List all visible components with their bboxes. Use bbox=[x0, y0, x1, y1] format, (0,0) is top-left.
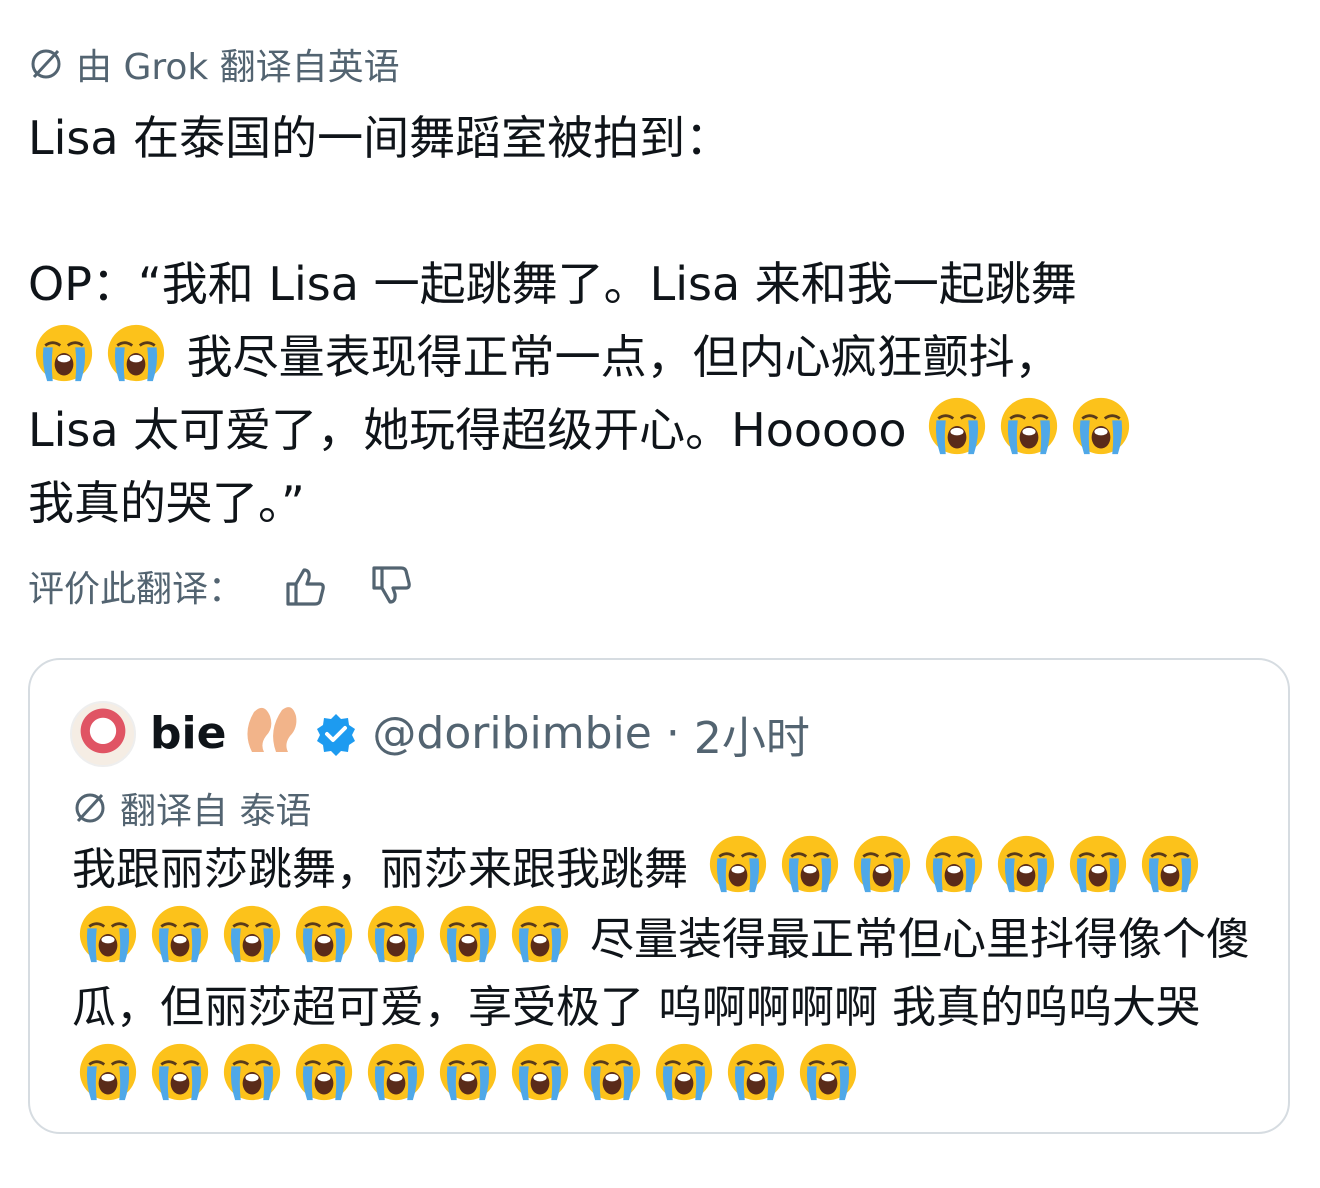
translation-notice-text: 由 Grok 翻译自英语 bbox=[76, 47, 400, 88]
crying-face-icon bbox=[780, 834, 840, 894]
timestamp[interactable]: 2小时 bbox=[694, 702, 810, 766]
crying-face-icon bbox=[150, 904, 210, 964]
tweet-blank-line bbox=[28, 175, 1288, 248]
crying-face-icon bbox=[78, 904, 138, 964]
crying-face-icon bbox=[438, 1042, 498, 1102]
rate-label: 评价此翻译： bbox=[28, 569, 245, 610]
quoted-tweet-header: bie @doribimbie · 2小时 bbox=[70, 700, 810, 767]
crying-face-icon bbox=[582, 1042, 642, 1102]
quote-translation-notice: 翻译自 泰语 bbox=[70, 782, 311, 834]
avatar[interactable] bbox=[70, 700, 136, 767]
crying-face-icon bbox=[438, 904, 498, 964]
quoted-tweet-card[interactable]: bie @doribimbie · 2小时 翻译自 泰语 我跟丽莎跳舞，丽莎来跟 bbox=[28, 658, 1290, 1134]
thumbs-down-icon[interactable] bbox=[368, 562, 416, 610]
crying-face-icon bbox=[1068, 834, 1128, 894]
crying-face-icon bbox=[852, 834, 912, 894]
separator: · bbox=[665, 708, 680, 759]
crying-face-icon bbox=[510, 904, 570, 964]
crying-face-icon bbox=[654, 1042, 714, 1102]
crying-face-icon bbox=[798, 1042, 858, 1102]
thumbs-up-icon[interactable] bbox=[282, 562, 330, 610]
tweet-segment-1: OP：“我和 Lisa 一起跳舞了。Lisa 来和我一起跳舞 bbox=[28, 257, 1077, 311]
crying-face-icon bbox=[222, 1042, 282, 1102]
crying-face-icon bbox=[510, 1042, 570, 1102]
crying-face-icon bbox=[1071, 396, 1131, 456]
crying-face-icon bbox=[294, 904, 354, 964]
quoted-tweet-text: 我跟丽莎跳舞，丽莎来跟我跳舞 尽量装得最正常但心里抖得像个傻瓜，但丽莎超可爱，享… bbox=[72, 834, 1262, 1112]
crying-face-icon bbox=[150, 1042, 210, 1102]
quote-segment-1: 我跟丽莎跳舞，丽莎来跟我跳舞 bbox=[72, 844, 688, 895]
quote-translated-label: 翻译自 泰语 bbox=[120, 791, 312, 832]
tweet-text: Lisa 在泰国的一间舞蹈室被拍到： OP：“我和 Lisa 一起跳舞了。Lis… bbox=[28, 102, 1288, 540]
ear-icon bbox=[240, 700, 300, 767]
rate-translation: 评价此翻译： bbox=[28, 560, 416, 612]
crying-face-icon bbox=[294, 1042, 354, 1102]
globe-slash-icon bbox=[70, 788, 110, 828]
crying-face-icon bbox=[106, 323, 166, 383]
tweet-segment-3: Lisa 太可爱了，她玩得超级开心。Hooooo bbox=[28, 403, 907, 457]
tweet-line-1: Lisa 在泰国的一间舞蹈室被拍到： bbox=[28, 111, 732, 165]
crying-face-icon bbox=[924, 834, 984, 894]
crying-face-icon bbox=[927, 396, 987, 456]
crying-face-icon bbox=[999, 396, 1059, 456]
translation-notice: 由 Grok 翻译自英语 bbox=[26, 38, 400, 90]
crying-face-icon bbox=[34, 323, 94, 383]
verified-badge-icon bbox=[314, 712, 358, 756]
crying-face-icon bbox=[78, 1042, 138, 1102]
handle[interactable]: @doribimbie bbox=[372, 708, 651, 759]
globe-slash-icon bbox=[26, 44, 66, 84]
crying-face-icon bbox=[708, 834, 768, 894]
crying-face-icon bbox=[366, 904, 426, 964]
tweet-segment-2: 我尽量表现得正常一点，但内心疯狂颤抖， bbox=[186, 330, 1061, 384]
tweet-segment-4: 我真的哭了。” bbox=[28, 476, 305, 530]
crying-face-icon bbox=[726, 1042, 786, 1102]
crying-face-icon bbox=[222, 904, 282, 964]
crying-face-icon bbox=[366, 1042, 426, 1102]
crying-face-icon bbox=[996, 834, 1056, 894]
crying-face-icon bbox=[1140, 834, 1200, 894]
display-name[interactable]: bie bbox=[150, 708, 226, 759]
tweet-line-op: OP：“我和 Lisa 一起跳舞了。Lisa 来和我一起跳舞 我尽量表现得正常一… bbox=[28, 248, 1288, 540]
